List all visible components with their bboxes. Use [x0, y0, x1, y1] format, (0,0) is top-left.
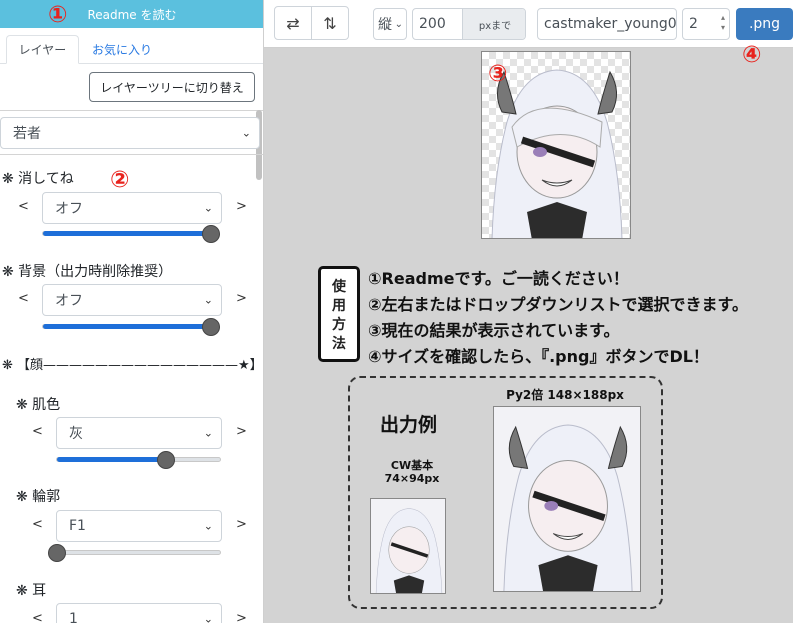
param-select-erase[interactable]: オフ ⌄ [42, 192, 222, 224]
group-header-face[interactable]: ❋ 【顔———————————————★】 [2, 354, 263, 373]
chevron-down-icon: ⌄ [203, 612, 213, 623]
param-label-outline: ❋ 輪郭 [16, 489, 61, 505]
scale-input[interactable]: 2 ▴ ▾ [682, 8, 730, 40]
param-select-ear[interactable]: 1 ⌄ [56, 603, 222, 623]
marker-4: ④ [742, 42, 762, 68]
download-png-label: .png [748, 16, 781, 32]
param-value-outline: F1 [69, 518, 86, 534]
readme-label: Readme を読む [87, 7, 177, 22]
chevron-down-icon: ⌄ [241, 126, 251, 140]
slider-thumb[interactable] [202, 224, 220, 243]
readme-button[interactable]: Readme を読む [0, 0, 263, 28]
next-arrow-background[interactable]: > [236, 291, 247, 306]
marker-2: ② [110, 167, 130, 193]
next-arrow-outline[interactable]: > [236, 517, 247, 532]
next-arrow-ear[interactable]: > [236, 611, 247, 623]
py-portrait-image [503, 424, 633, 591]
orientation-value: 縦 [378, 17, 392, 33]
sidebar: Readme を読む レイヤー お気に入り レイヤーツリーに切り替え 若者 ⌄ … [0, 0, 264, 623]
param-select-outline[interactable]: F1 ⌄ [56, 510, 222, 542]
param-slider-skin[interactable] [56, 450, 221, 469]
swap-horizontal-button[interactable]: ⇄ [274, 6, 312, 40]
slider-thumb[interactable] [157, 450, 176, 469]
usage-title-box: 使用方法 [318, 266, 360, 362]
scale-value: 2 [689, 16, 698, 32]
orientation-select[interactable]: 縦 ⌄ [373, 8, 407, 40]
slider-thumb[interactable] [202, 317, 220, 336]
param-select-background[interactable]: オフ ⌄ [42, 284, 222, 316]
param-slider-background[interactable] [42, 317, 220, 336]
preset-value: 若者 [13, 126, 41, 142]
marker-3: ③ [488, 61, 508, 87]
py-example-label: Py2倍 148×188px [506, 388, 624, 402]
size-input-group: 200 pxまで [412, 8, 526, 40]
slider-fill [43, 231, 211, 236]
prev-arrow-background[interactable]: < [18, 291, 29, 306]
swap-vertical-button[interactable]: ⇅ [311, 6, 349, 40]
param-value-skin: 灰 [69, 426, 83, 442]
usage-line-3: ③現在の結果が表示されています。 [368, 321, 620, 340]
usage-line-2: ②左右またはドロップダウンリストで選択できます。 [368, 295, 748, 314]
preview-canvas: 使用方法 ①Readmeです。ご一読ください！ ②左右またはドロップダウンリスト… [264, 48, 793, 623]
chevron-down-icon: ⌄ [203, 293, 213, 307]
chevron-down-icon: ⌄ [203, 201, 213, 215]
tab-layers-label: レイヤー [18, 43, 67, 57]
param-slider-outline[interactable] [48, 543, 221, 562]
cw-example-size: 74×94px [384, 472, 440, 485]
cw-portrait-image [375, 508, 443, 593]
chevron-down-icon: ⌄ [203, 426, 213, 440]
tab-favorites[interactable]: お気に入り [84, 35, 160, 64]
size-unit: pxまで [462, 9, 525, 39]
top-toolbar: ⇄ ⇅ 縦 ⌄ 200 pxまで castmaker_young0 2 ▴ ▾ .… [264, 0, 793, 48]
prev-arrow-ear[interactable]: < [32, 611, 43, 623]
swap-horizontal-icon: ⇄ [286, 13, 300, 33]
next-arrow-skin[interactable]: > [236, 424, 247, 439]
param-label-ear: ❋ 耳 [16, 583, 47, 599]
tab-layers[interactable]: レイヤー [6, 35, 79, 64]
param-value-background: オフ [55, 293, 83, 309]
slider-thumb[interactable] [48, 543, 66, 562]
usage-title: 使用方法 [332, 279, 346, 352]
param-value-ear: 1 [69, 611, 78, 623]
usage-line-1: ①Readmeです。ご一読ください！ [368, 269, 629, 288]
slider-fill [43, 324, 211, 329]
preset-select[interactable]: 若者 ⌄ [0, 117, 260, 149]
param-slider-erase[interactable] [42, 224, 220, 243]
spinner-icon[interactable]: ▴ ▾ [721, 13, 725, 33]
size-input[interactable]: 200 [413, 16, 463, 32]
cw-example-image [370, 498, 446, 594]
chevron-down-icon: ⌄ [203, 519, 213, 533]
next-arrow-erase[interactable]: > [236, 199, 247, 214]
sidebar-toolbar: レイヤーツリーに切り替え [0, 64, 263, 110]
cw-example-label: CW基本 [390, 459, 434, 472]
prev-arrow-erase[interactable]: < [18, 199, 29, 214]
param-label-background: ❋ 背景（出力時削除推奨） [2, 264, 173, 280]
sidebar-divider [0, 154, 263, 155]
sidebar-divider [0, 110, 263, 111]
prev-arrow-outline[interactable]: < [32, 517, 43, 532]
param-label-skin: ❋ 肌色 [16, 397, 61, 413]
param-label-erase: ❋ 消してね [2, 171, 74, 187]
py-example-image [493, 406, 641, 592]
example-title: 出力例 [380, 414, 438, 436]
chevron-down-icon: ⌄ [394, 18, 403, 30]
param-value-erase: オフ [55, 201, 83, 217]
slider-fill [57, 457, 167, 462]
sidebar-tabs: レイヤー お気に入り [0, 28, 263, 64]
tab-favorites-label: お気に入り [91, 43, 152, 57]
filename-input[interactable]: castmaker_young0 [537, 8, 677, 40]
param-select-skin[interactable]: 灰 ⌄ [56, 417, 222, 449]
download-png-button[interactable]: .png [736, 8, 793, 40]
layer-tree-toggle-label: レイヤーツリーに切り替え [100, 80, 244, 95]
filename-value: castmaker_young0 [544, 16, 677, 32]
prev-arrow-skin[interactable]: < [32, 424, 43, 439]
layer-tree-toggle-button[interactable]: レイヤーツリーに切り替え [89, 72, 255, 102]
marker-1: ① [48, 2, 68, 28]
usage-line-4: ④サイズを確認したら、『.png』ボタンでDL！ [368, 347, 709, 366]
swap-vertical-icon: ⇅ [323, 13, 337, 33]
